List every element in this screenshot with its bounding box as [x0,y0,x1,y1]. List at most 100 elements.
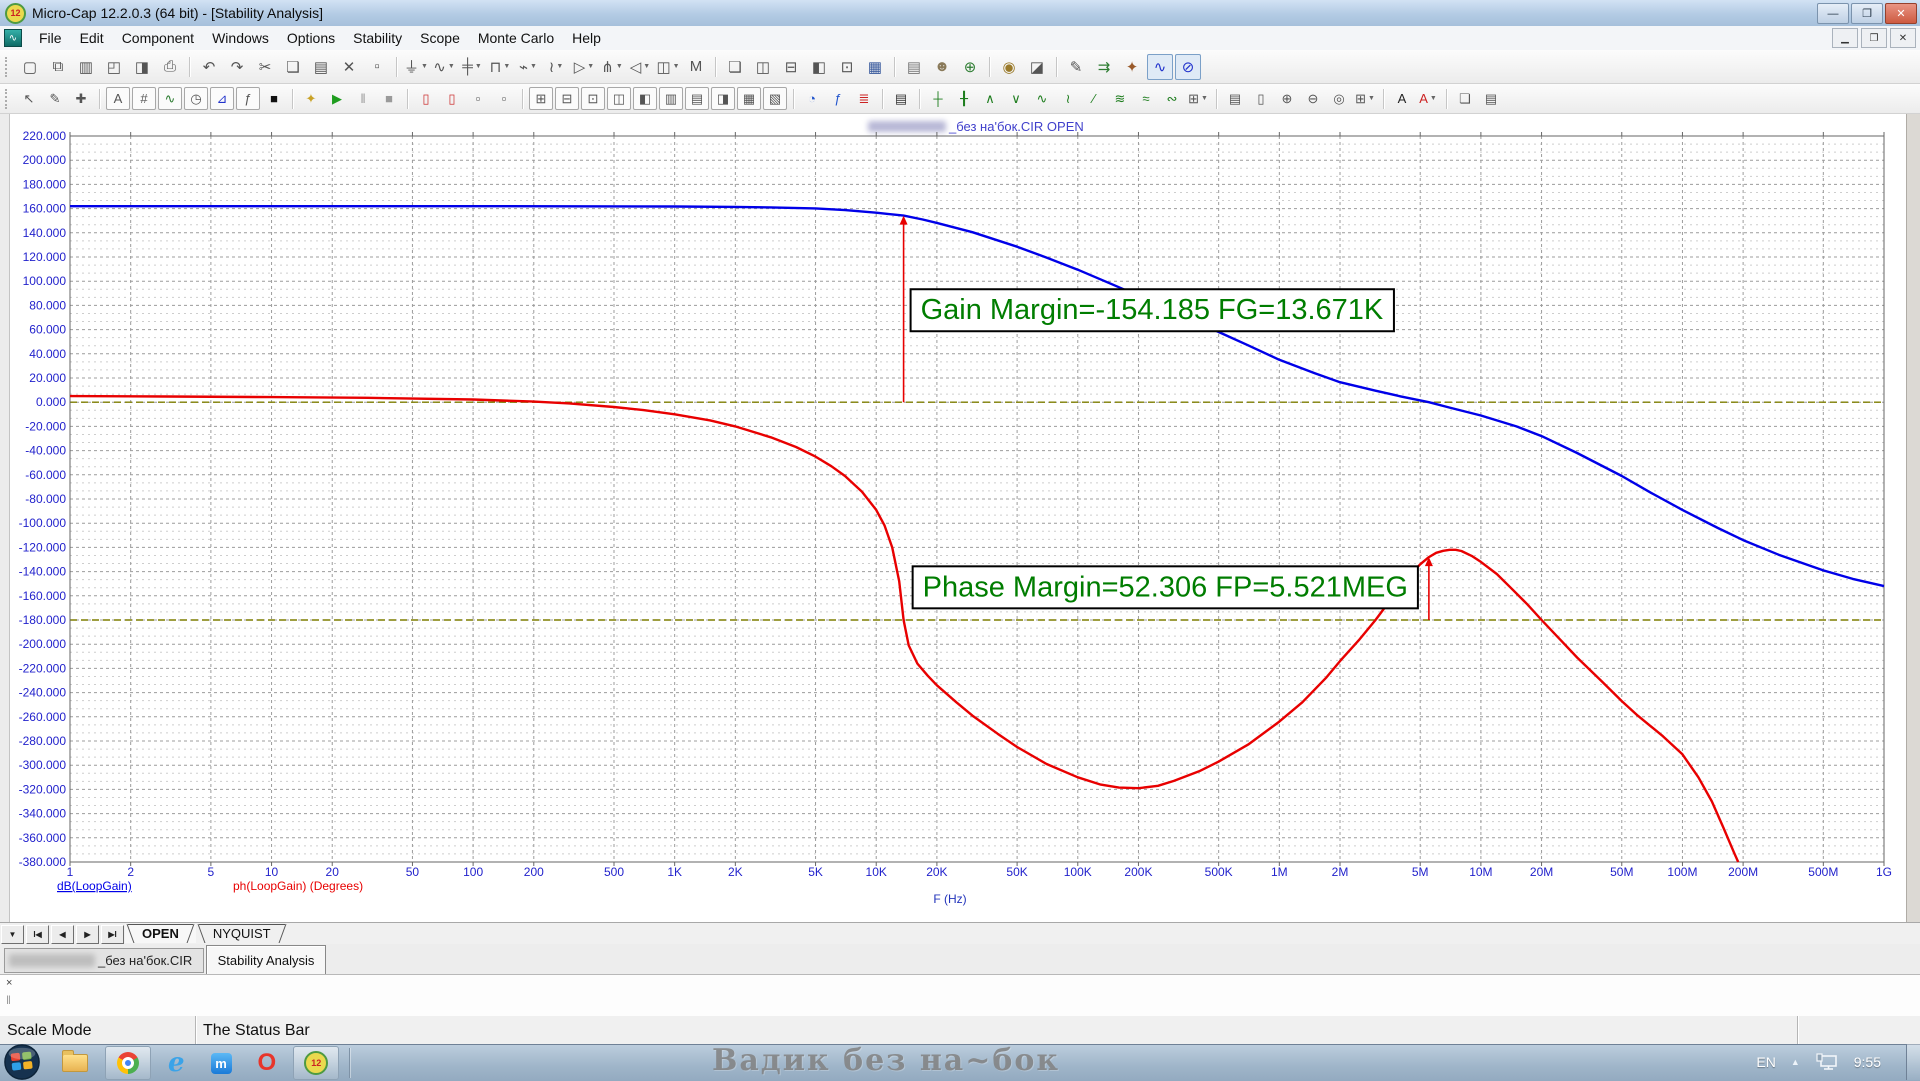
microcap-taskbar-button[interactable]: 12 [293,1046,339,1080]
document-icon[interactable]: ∿ [4,29,22,47]
select-mode-button[interactable]: ↖ [17,87,41,110]
menu-component[interactable]: Component [113,28,203,48]
previous-page-button[interactable]: ◀ [51,925,74,944]
tile-vertical-button[interactable]: ◫ [750,54,776,80]
tile-horizontal-button[interactable]: ⊟ [778,54,804,80]
undo-button[interactable]: ↶ [196,54,222,80]
menu-edit[interactable]: Edit [71,28,113,48]
analysis-plot-button[interactable]: ∿ [1147,54,1173,80]
legend-phase[interactable]: ph(LoopGain) (Degrees) [233,879,363,893]
slope-button[interactable]: ∕ [1082,87,1106,110]
child-restore-button[interactable]: ❐ [1861,28,1887,48]
peak-button[interactable]: ∧ [978,87,1002,110]
print-button[interactable]: ⎙ [157,54,183,80]
cut-button[interactable]: ✂ [252,54,278,80]
inductor-component-button[interactable]: ≀▼ [543,54,569,80]
meter-label-button[interactable]: ◷ [184,87,208,110]
model-box-button[interactable]: M [683,54,709,80]
chrome-taskbar-button[interactable] [105,1046,151,1080]
cursor-vertical-button[interactable]: ╂ [952,87,976,110]
delete-button[interactable]: ✕ [336,54,362,80]
component-text-button[interactable]: # [132,87,156,110]
log-x-button[interactable]: ◫ [607,87,631,110]
open-file-button[interactable]: ⧉ [45,54,71,80]
legend-gain[interactable]: dB(LoopGain) [57,879,132,893]
show-desktop-button[interactable] [1906,1044,1920,1080]
panel-grip-icon[interactable]: ‖ [6,993,11,1007]
zoom-select-button[interactable]: ◎ [1327,87,1351,110]
probe-current-button[interactable]: ▯ [440,87,464,110]
go-to-branch-button[interactable]: ⊞▼ [1186,87,1210,110]
markers-button[interactable]: ▥ [659,87,683,110]
split-window-button[interactable]: ◧ [806,54,832,80]
font-button[interactable]: A [1390,87,1414,110]
next-page-button[interactable]: ▶ [76,925,99,944]
panel-button[interactable]: ◪ [1024,54,1050,80]
envelope-mid-button[interactable]: ≈ [1134,87,1158,110]
opera-icon[interactable]: O [258,1051,277,1075]
cascade-windows-button[interactable]: ❏ [722,54,748,80]
menu-windows[interactable]: Windows [203,28,278,48]
paste-button[interactable]: ▤ [308,54,334,80]
tab-open[interactable]: OPEN [125,924,196,943]
cursor-horizontal-button[interactable]: ┼ [926,87,950,110]
internet-explorer-icon[interactable]: e [168,1050,185,1076]
baseline-button[interactable]: ◨ [711,87,735,110]
copy-button[interactable]: ❏ [280,54,306,80]
start-button[interactable] [3,1043,41,1081]
panel-close-icon[interactable]: × [6,977,12,989]
high-button[interactable]: ∿ [1030,87,1054,110]
menu-help[interactable]: Help [563,28,610,48]
pan-mode-button[interactable]: ✚ [69,87,93,110]
horizontal-axis-button[interactable]: ⊞ [529,87,553,110]
resistor-component-button[interactable]: ⌁▼ [515,54,541,80]
paste-graph-button[interactable]: ▤ [1479,87,1503,110]
wave-label-button[interactable]: ∿ [158,87,182,110]
attribute-text-button[interactable]: A [106,87,130,110]
low-button[interactable]: ≀ [1056,87,1080,110]
zoom-out-button[interactable]: ⊖ [1301,87,1325,110]
run-button[interactable]: ▶ [325,87,349,110]
animate-button[interactable]: ◉ [996,54,1022,80]
normalize-button[interactable]: ▧ [763,87,787,110]
user-page-button[interactable]: ☻ [929,54,955,80]
internet-button[interactable]: ⊕ [957,54,983,80]
valley-button[interactable]: ∨ [1004,87,1028,110]
data-points-button[interactable]: ▫ [466,87,490,110]
menu-stability[interactable]: Stability [344,28,411,48]
new-window-button[interactable]: ⊡ [834,54,860,80]
ruler-button[interactable]: ▤ [685,87,709,110]
page-list-dropdown-button[interactable]: ▼ [1,925,24,944]
menu-monte-carlo[interactable]: Monte Carlo [469,28,563,48]
go-to-performance-button[interactable]: ƒ [826,87,850,110]
capacitor-component-button[interactable]: ╪▼ [459,54,485,80]
redo-button[interactable]: ↷ [224,54,250,80]
lock-button[interactable]: ✦ [299,87,323,110]
calculator-button[interactable]: ▦ [862,54,888,80]
source-component-button[interactable]: ∿▼ [431,54,457,80]
tray-expand-icon[interactable]: ▲ [1791,1057,1800,1067]
zoom-in-button[interactable]: ⊕ [1275,87,1299,110]
macro-component-button[interactable]: ◫▼ [655,54,681,80]
delay-button[interactable]: ◔ [800,87,824,110]
network-icon[interactable] [1815,1053,1839,1071]
stepping-button[interactable]: ⇉ [1091,54,1117,80]
color-swatch-button[interactable]: ■ [262,87,286,110]
formula-text-button[interactable]: ƒ [236,87,260,110]
stability-chart[interactable]: Gain Margin=-154.185 FG=13.671KPhase Mar… [0,114,1920,922]
pause-button[interactable]: ‖ [351,87,375,110]
ground-component-button[interactable]: ⏚▼ [403,54,429,80]
graphics-mode-button[interactable]: ✎ [43,87,67,110]
probe-voltage-button[interactable]: ▯ [414,87,438,110]
opamp-component-button[interactable]: ◁▼ [627,54,653,80]
close-button[interactable]: ✕ [1885,3,1917,24]
probe-button[interactable]: ⊘ [1175,54,1201,80]
tracker-button[interactable]: ▦ [737,87,761,110]
shape-editor-button[interactable]: ✎ [1063,54,1089,80]
child-minimize-button[interactable]: ▁ [1832,28,1858,48]
menu-file[interactable]: File [30,28,71,48]
menu-options[interactable]: Options [278,28,344,48]
battery-component-button[interactable]: ⊓▼ [487,54,513,80]
language-indicator[interactable]: EN [1756,1054,1775,1070]
tab-stability-analysis[interactable]: Stability Analysis [206,945,326,975]
